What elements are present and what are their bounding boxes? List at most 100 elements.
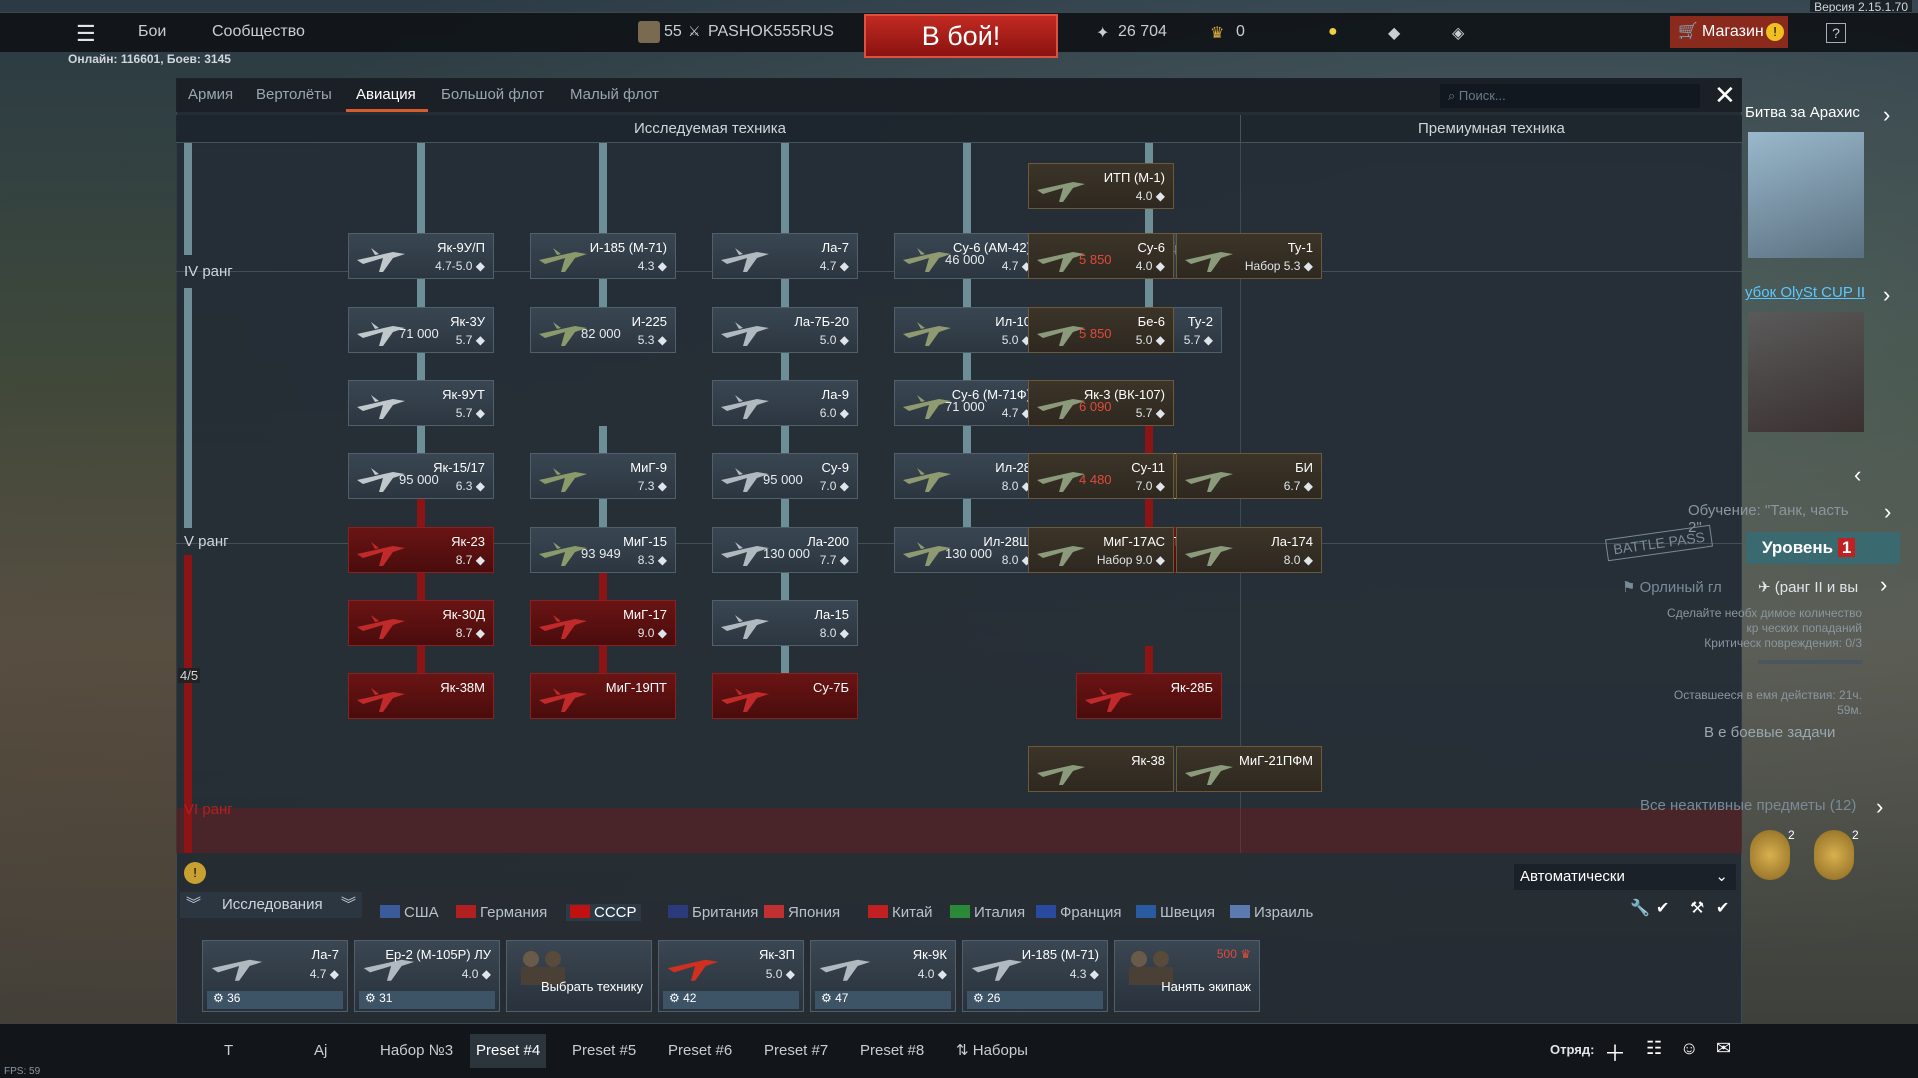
preset-tab-7[interactable]: Preset #8 <box>854 1034 930 1068</box>
research-dropdown[interactable]: ︾ Исследования ︾ <box>180 892 362 918</box>
help-icon[interactable]: ? <box>1826 23 1846 43</box>
nation-tab-6[interactable]: Италия <box>950 904 1025 921</box>
preset-tab-8[interactable]: ⇅ Наборы <box>950 1034 1034 1068</box>
crew-slot[interactable]: Як-9К 4.0 ◆ ⚙ 47 <box>810 940 956 1012</box>
crew-slot[interactable]: Як-3П 5.0 ◆ ⚙ 42 <box>658 940 804 1012</box>
preset-tab-6[interactable]: Preset #7 <box>758 1034 834 1068</box>
aircraft-card[interactable]: МиГ-19ПТ <box>530 673 676 719</box>
crew-slot[interactable]: Выбрать технику <box>506 940 652 1012</box>
tab-helicopters[interactable]: Вертолёты <box>256 86 332 103</box>
premium-aircraft-card[interactable]: БИ 6.7 ◆ <box>1176 453 1322 499</box>
premium-aircraft-card[interactable]: Як-3 (ВК-107) 5.7 ◆ 6 090 <box>1028 380 1174 426</box>
aircraft-card[interactable]: МиГ-9 7.3 ◆ <box>530 453 676 499</box>
mail-icon[interactable]: ✉ <box>1716 1038 1731 1059</box>
crew-slot[interactable]: Нанять экипаж 500 ♛ <box>1114 940 1260 1012</box>
to-battle-button[interactable]: В бой! <box>864 14 1058 58</box>
aircraft-card[interactable]: Су-7Б <box>712 673 858 719</box>
aircraft-card[interactable]: Ла-200 7.7 ◆ 130 000 <box>712 527 858 573</box>
close-icon[interactable]: ✕ <box>1714 80 1736 111</box>
aircraft-card[interactable]: Ил-10 5.0 ◆ <box>894 307 1040 353</box>
tab-aviation[interactable]: Авиация <box>356 86 416 103</box>
chevron-left-icon[interactable]: ‹ <box>1854 462 1918 488</box>
preset-tab-0[interactable]: Т <box>218 1034 239 1068</box>
lightbulb-icon[interactable]: ● <box>1328 23 1338 41</box>
preset-tab-5[interactable]: Preset #6 <box>662 1034 738 1068</box>
aircraft-card[interactable]: Як-38М <box>348 673 494 719</box>
aircraft-card[interactable]: Як-9У/П 4.7-5.0 ◆ <box>348 233 494 279</box>
shop-button[interactable]: 🛒 Магазин ! <box>1670 16 1788 48</box>
alert-icon[interactable]: ! <box>184 862 206 884</box>
event-battle-for-arrakis[interactable]: Битва за Арахис › <box>1745 102 1918 127</box>
check-icon[interactable]: ✔ <box>1716 898 1729 918</box>
aircraft-card[interactable]: Як-28Б <box>1076 673 1222 719</box>
menu-icon[interactable]: ☰ <box>76 21 96 47</box>
inactive-items-link[interactable]: Все неактивные предметы (12) › <box>1640 794 1883 819</box>
premium-aircraft-card[interactable]: МиГ-21ПФМ <box>1176 746 1322 792</box>
tab-coastal-fleet[interactable]: Малый флот <box>570 86 659 103</box>
aircraft-card[interactable]: Ил-28 8.0 ◆ <box>894 453 1040 499</box>
aircraft-card[interactable]: Як-30Д 8.7 ◆ <box>348 600 494 646</box>
wrench-icon[interactable]: 🔧 <box>1630 898 1650 918</box>
task-orliny[interactable]: ⚑ Орлиный гл <box>1622 578 1722 596</box>
premium-aircraft-card[interactable]: Ту-1 Набор 5.3 ◆ <box>1176 233 1322 279</box>
community-menu[interactable]: Сообщество <box>212 23 305 41</box>
aircraft-card[interactable]: Ил-28Ш 8.0 ◆ 130 000 <box>894 527 1040 573</box>
aircraft-card[interactable]: МиГ-17 9.0 ◆ <box>530 600 676 646</box>
premium-aircraft-card[interactable]: ИТП (М-1) 4.0 ◆ <box>1028 163 1174 209</box>
crew-slot[interactable]: Ла-7 4.7 ◆ ⚙ 36 <box>202 940 348 1012</box>
premium-aircraft-card[interactable]: Як-38 <box>1028 746 1174 792</box>
aircraft-card[interactable]: Ла-7 4.7 ◆ <box>712 233 858 279</box>
aircraft-card[interactable]: Су-6 (АМ-42) 4.7 ◆ 46 000 <box>894 233 1040 279</box>
premium-aircraft-card[interactable]: Бе-6 5.0 ◆ 5 850 <box>1028 307 1174 353</box>
preset-tab-3[interactable]: Preset #4 <box>470 1034 547 1068</box>
tab-bluewater-fleet[interactable]: Большой флот <box>441 86 544 103</box>
all-tasks-link[interactable]: В е боевые задачи <box>1704 724 1835 741</box>
chevron-right-icon[interactable]: › <box>1880 572 1887 598</box>
aircraft-card[interactable]: Як-23 8.7 ◆ <box>348 527 494 573</box>
player-name[interactable]: PASHOK555RUS <box>708 23 834 41</box>
premium-aircraft-card[interactable]: Су-6 4.0 ◆ 5 850 <box>1028 233 1174 279</box>
crew-slot[interactable]: Ер-2 (М-105Р) ЛУ 4.0 ◆ ⚙ 31 <box>354 940 500 1012</box>
aircraft-card[interactable]: Су-6 (М-71Ф) 4.7 ◆ 71 000 <box>894 380 1040 426</box>
repair-all-icon[interactable]: ⚒ <box>1690 898 1704 918</box>
preset-tab-1[interactable]: Aj <box>308 1034 333 1068</box>
learning-task[interactable]: Обучение: "Танк, часть 2" › <box>1688 499 1891 536</box>
aircraft-card[interactable]: Ла-9 6.0 ◆ <box>712 380 858 426</box>
nation-tab-1[interactable]: Германия <box>456 904 547 921</box>
event-cup-link[interactable]: убок OlySt CUP II › <box>1745 282 1918 307</box>
coupon-icon[interactable]: ◈ <box>1452 23 1464 43</box>
diamond-icon[interactable]: ◆ <box>1388 23 1400 43</box>
preset-tab-2[interactable]: Набор №3 <box>374 1034 459 1068</box>
aircraft-card[interactable]: И-185 (М-71) 4.3 ◆ <box>530 233 676 279</box>
nation-tab-4[interactable]: Япония <box>764 904 840 921</box>
crew-slot[interactable]: И-185 (М-71) 4.3 ◆ ⚙ 26 <box>962 940 1108 1012</box>
cup-logo-image[interactable] <box>1748 312 1864 432</box>
premium-aircraft-card[interactable]: МиГ-17АС Набор 9.0 ◆ <box>1028 527 1174 573</box>
friends-icon[interactable]: ☺ <box>1680 1038 1698 1059</box>
aircraft-card[interactable]: Як-15/17 6.3 ◆ 95 000 <box>348 453 494 499</box>
search-input[interactable]: ⌕ Поиск... <box>1440 84 1700 108</box>
nation-tab-5[interactable]: Китай <box>868 904 933 921</box>
preset-tab-4[interactable]: Preset #5 <box>566 1034 642 1068</box>
premium-aircraft-card[interactable]: Ла-174 8.0 ◆ <box>1176 527 1322 573</box>
nation-tab-3[interactable]: Британия <box>668 904 758 921</box>
aircraft-card[interactable]: Су-9 7.0 ◆ 95 000 <box>712 453 858 499</box>
aircraft-card[interactable]: МиГ-15 8.3 ◆ 93 949 <box>530 527 676 573</box>
nation-tab-0[interactable]: США <box>380 904 439 921</box>
list-icon[interactable]: ☷ <box>1646 1038 1662 1059</box>
aircraft-card[interactable]: И-225 5.3 ◆ 82 000 <box>530 307 676 353</box>
add-squad-icon[interactable]: ＋ <box>1604 1036 1626 1068</box>
fights-menu[interactable]: Бои <box>138 23 166 41</box>
nation-tab-2[interactable]: СССР <box>566 904 641 921</box>
aircraft-card[interactable]: Ла-7Б-20 5.0 ◆ <box>712 307 858 353</box>
aircraft-card[interactable]: Як-9УТ 5.7 ◆ <box>348 380 494 426</box>
aircraft-card[interactable]: Ла-15 8.0 ◆ <box>712 600 858 646</box>
nation-tab-7[interactable]: Франция <box>1036 904 1121 921</box>
nation-tab-8[interactable]: Швеция <box>1136 904 1215 921</box>
avatar[interactable] <box>638 21 660 43</box>
tab-army[interactable]: Армия <box>188 86 233 103</box>
auto-research-select[interactable]: Автоматически ⌄ <box>1514 864 1736 890</box>
event-banner-image[interactable] <box>1748 132 1864 258</box>
aircraft-card[interactable]: Як-3У 5.7 ◆ 71 000 <box>348 307 494 353</box>
premium-aircraft-card[interactable]: Су-11 7.0 ◆ 4 480 <box>1028 453 1174 499</box>
